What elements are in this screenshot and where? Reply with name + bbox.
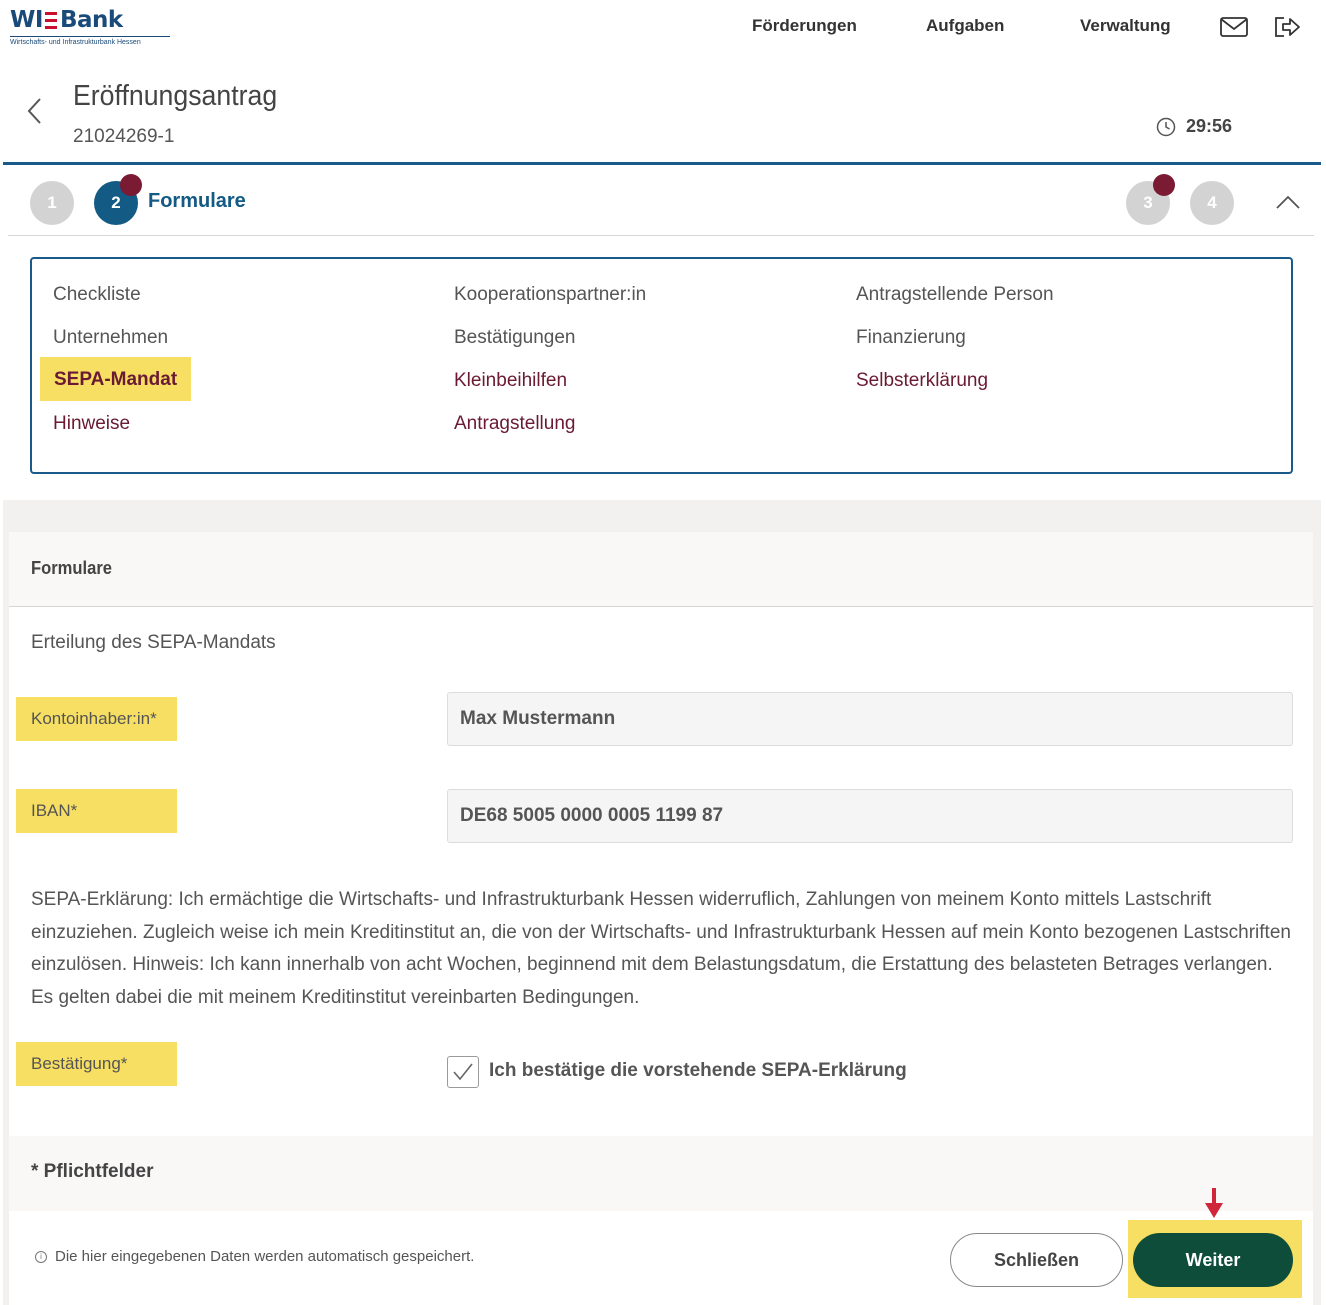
logo-rule: [10, 36, 170, 37]
chevron-up-icon[interactable]: [1274, 192, 1302, 214]
session-timer: 29:56: [1156, 116, 1232, 137]
timer-value: 29:56: [1186, 116, 1233, 136]
account-holder-label: Kontoinhaber:in*: [16, 697, 177, 741]
mail-icon[interactable]: [1219, 14, 1249, 40]
logo-bars-icon: [44, 11, 57, 29]
step-4[interactable]: 4: [1190, 181, 1234, 225]
account-holder-input[interactable]: [447, 692, 1293, 746]
logout-icon[interactable]: [1272, 14, 1302, 40]
arrow-down-icon: [1205, 1188, 1223, 1218]
wibank-logo[interactable]: WI Bank Wirtschafts- und Infrastrukturba…: [10, 6, 172, 50]
sepa-declaration-text: SEPA-Erklärung: Ich ermächtige die Wirts…: [31, 889, 1291, 1008]
iban-input[interactable]: [447, 789, 1293, 843]
form-section-title: Formulare: [31, 558, 112, 578]
step-1[interactable]: 1: [30, 181, 74, 225]
form-link-checkliste[interactable]: Checkliste: [53, 284, 141, 306]
form-link-unternehmen[interactable]: Unternehmen: [53, 327, 168, 349]
next-button[interactable]: Weiter: [1133, 1233, 1293, 1287]
nav-foerderungen[interactable]: Förderungen: [752, 16, 857, 38]
sepa-confirm-label[interactable]: Ich bestätige die vorstehende SEPA-Erklä…: [489, 1060, 907, 1082]
form-link-sepa-mandat[interactable]: SEPA-Mandat: [40, 357, 192, 401]
autosave-note-text: Die hier eingegebenen Daten werden autom…: [55, 1248, 475, 1265]
logo-subtitle: Wirtschafts- und Infrastrukturbank Hesse…: [10, 39, 141, 46]
autosave-note: i Die hier eingegebenen Daten werden aut…: [35, 1248, 474, 1265]
required-fields-bar: [9, 1136, 1313, 1211]
sepa-confirm-checkbox[interactable]: [447, 1056, 479, 1088]
application-id: 21024269-1: [73, 126, 175, 147]
title-divider: [3, 162, 1321, 165]
clock-icon: [1156, 117, 1176, 136]
confirmation-label: Bestätigung*: [16, 1042, 177, 1086]
form-link-kooperationspartner[interactable]: Kooperationspartner:in: [454, 284, 646, 306]
form-link-antragstellung[interactable]: Antragstellung: [454, 413, 575, 435]
form-subtitle: Erteilung des SEPA-Mandats: [31, 632, 276, 653]
forms-navigation: [30, 257, 1293, 474]
stepper-divider: [8, 235, 1314, 236]
checkmark-icon: [453, 1063, 473, 1081]
page-title: Eröffnungsantrag: [73, 80, 278, 112]
form-link-kleinbeihilfen[interactable]: Kleinbeihilfen: [454, 370, 567, 392]
back-chevron-icon[interactable]: [24, 96, 46, 126]
logo-text-wi: WI: [10, 7, 43, 33]
step-3-badge: [1153, 174, 1175, 196]
close-button[interactable]: Schließen: [950, 1233, 1123, 1287]
form-link-antragstellende-person[interactable]: Antragstellende Person: [856, 284, 1054, 306]
form-link-hinweise[interactable]: Hinweise: [53, 413, 130, 435]
form-link-bestaetigungen[interactable]: Bestätigungen: [454, 327, 576, 349]
required-fields-note: * Pflichtfelder: [31, 1161, 154, 1182]
form-link-selbsterklaerung[interactable]: Selbsterklärung: [856, 370, 988, 392]
iban-label: IBAN*: [16, 789, 177, 833]
nav-aufgaben[interactable]: Aufgaben: [926, 16, 1004, 38]
info-icon: i: [35, 1250, 47, 1263]
step-2-badge: [120, 174, 142, 196]
form-panel-header: [9, 532, 1313, 607]
logo-text-bank: Bank: [59, 7, 123, 33]
logo-wordmark: WI Bank: [10, 6, 172, 34]
nav-verwaltung[interactable]: Verwaltung: [1080, 16, 1171, 38]
form-link-finanzierung[interactable]: Finanzierung: [856, 327, 966, 349]
step-2-label: Formulare: [148, 190, 246, 212]
